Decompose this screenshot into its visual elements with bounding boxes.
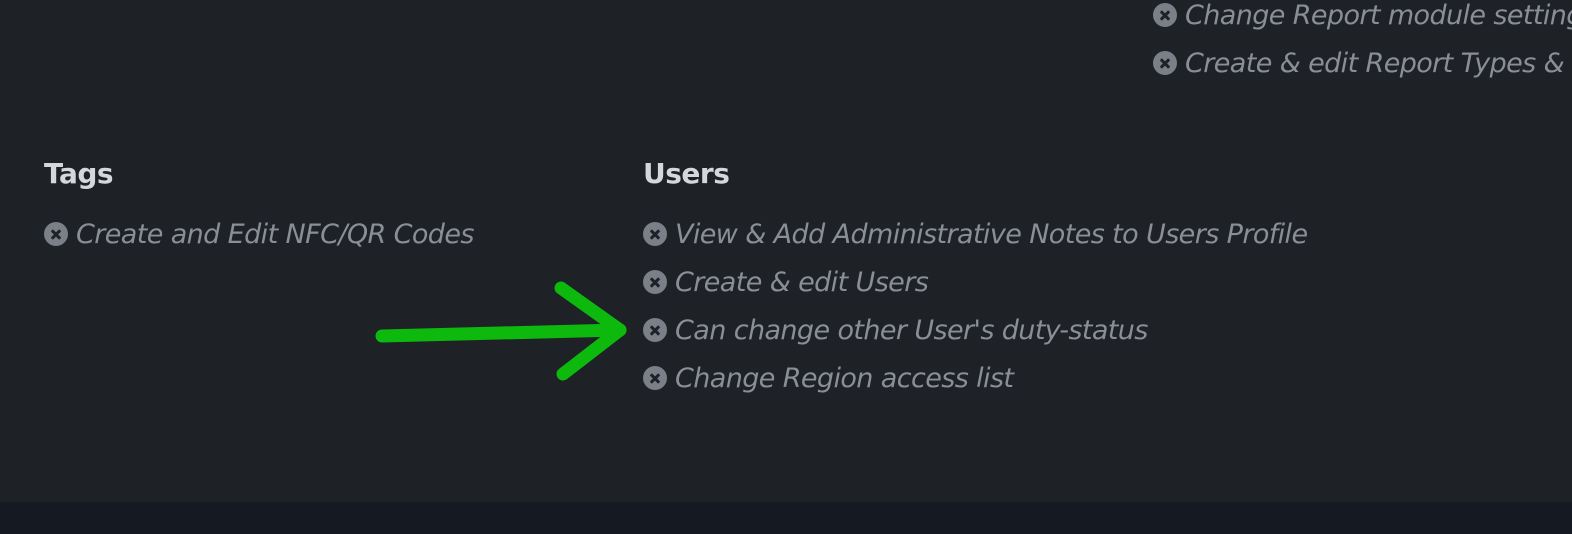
permission-item-highlighted: Can change other User's duty-status [643, 306, 1307, 354]
x-circle-icon [643, 366, 667, 390]
permission-label: Create & edit Users [675, 266, 929, 298]
permission-label: Can change other User's duty-status [675, 314, 1148, 346]
footer-bar [0, 502, 1572, 534]
permission-label: Create and Edit NFC/QR Codes [76, 218, 474, 250]
permission-label: Create & edit Report Types & Levels [1185, 47, 1572, 79]
annotation-arrow-icon [375, 281, 627, 381]
permission-item: Create & edit Users [643, 258, 1307, 306]
arrow-shaft [375, 323, 627, 343]
group-title: Users [643, 157, 730, 190]
permission-item: Change Region access list [643, 354, 1307, 402]
permission-item: Create & edit Report Types & Levels [1153, 39, 1572, 87]
x-circle-icon [1153, 51, 1177, 75]
permission-item: Change Report module settings [1153, 0, 1572, 39]
group-title: Tags [44, 157, 114, 190]
permission-label: View & Add Administrative Notes to Users… [675, 218, 1308, 250]
permission-group-reports: Change Report module settings Create & e… [1153, 0, 1572, 87]
permission-label: Change Report module settings [1185, 0, 1572, 31]
permission-label: Change Region access list [675, 362, 1014, 394]
x-circle-icon [643, 222, 667, 246]
permission-group-tags: Tags Create and Edit NFC/QR Codes [44, 154, 474, 258]
x-circle-icon [643, 318, 667, 342]
x-circle-icon [44, 222, 68, 246]
x-circle-icon [643, 270, 667, 294]
permissions-panel: Change Report module settings Create & e… [0, 0, 1572, 502]
permission-item: Create and Edit NFC/QR Codes [44, 210, 474, 258]
x-circle-icon [1153, 3, 1177, 27]
permission-item: View & Add Administrative Notes to Users… [643, 210, 1308, 258]
permission-group-users: Users View & Add Administrative Notes to… [643, 154, 1308, 402]
